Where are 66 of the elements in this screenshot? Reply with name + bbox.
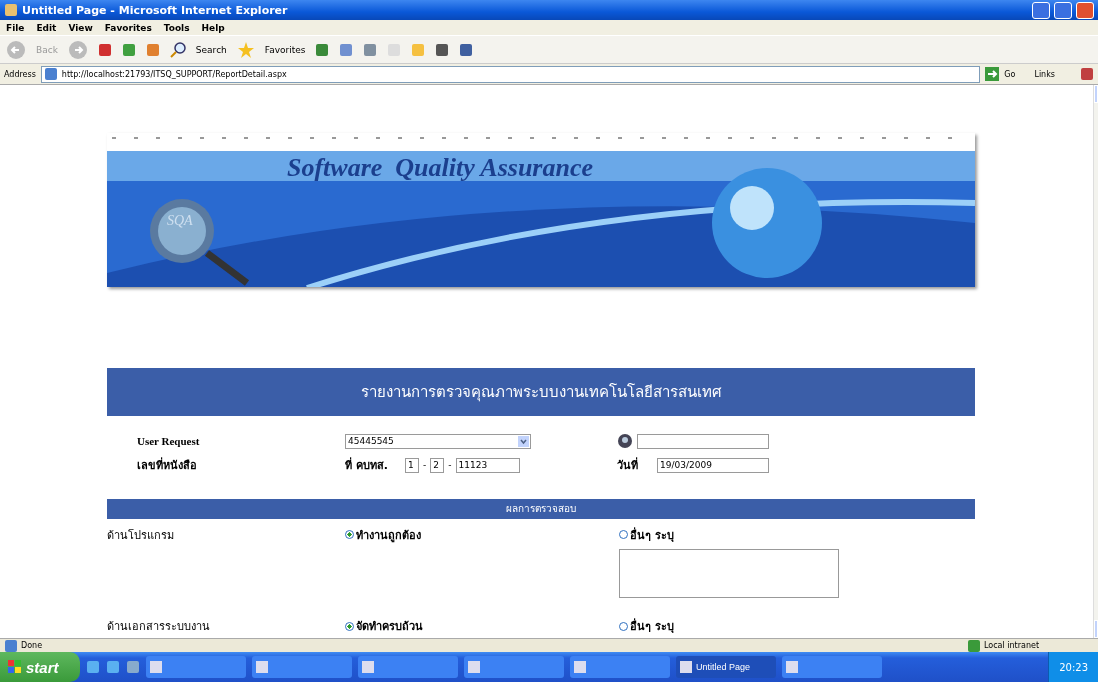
section-title: ผลการตรวจสอบ: [506, 502, 576, 517]
radio-option[interactable]: จัดทำครบถ้วน: [345, 617, 423, 636]
taskbar-button[interactable]: [570, 656, 670, 678]
menu-item[interactable]: Tools: [163, 22, 190, 33]
doc-number-field[interactable]: 2: [430, 457, 445, 473]
dropdown-caret-icon: [518, 435, 529, 447]
go-arrow-icon[interactable]: [985, 67, 1000, 81]
search-field[interactable]: [637, 433, 769, 449]
radio-option[interactable]: ทำงานถูกต้อง: [345, 525, 421, 544]
window-icon: [680, 661, 692, 673]
menu-item[interactable]: File: [6, 22, 25, 33]
radio-option[interactable]: อื่นๆ ระบุ: [619, 525, 674, 544]
taskbar-button[interactable]: [358, 656, 458, 678]
windows-flag-icon: [8, 660, 22, 674]
date-field[interactable]: 19/03/2009: [657, 457, 769, 473]
user-request-dropdown[interactable]: 45445545: [345, 433, 531, 449]
separator: -: [423, 460, 427, 471]
zone-text: Local intranet: [984, 641, 1041, 650]
window-icon: [786, 661, 798, 673]
scroll-down-button[interactable]: [1094, 620, 1098, 638]
links-button[interactable]: Links: [1034, 69, 1055, 79]
menu-item[interactable]: View: [68, 22, 93, 33]
field-label: ด้านโปรแกรม: [107, 527, 175, 544]
window-icon: [468, 661, 480, 673]
window-icon: [256, 661, 268, 673]
radio-icon[interactable]: [619, 530, 628, 540]
taskbar-button[interactable]: [252, 656, 352, 678]
taskbar-button[interactable]: [464, 656, 564, 678]
separator: -: [448, 460, 452, 471]
star-icon: [236, 40, 255, 59]
banner-title: Software Quality Assurance: [287, 153, 594, 183]
prefix-label: ที่ คบทส.: [345, 456, 389, 475]
field-label: วันที่: [617, 456, 639, 475]
doc-number-field[interactable]: 11123: [455, 457, 520, 473]
radio-icon[interactable]: [345, 621, 354, 631]
doc-number-field[interactable]: 1: [405, 457, 419, 473]
menu-item[interactable]: Help: [201, 22, 225, 33]
radio-icon[interactable]: [619, 621, 628, 631]
radio-icon[interactable]: [345, 530, 354, 540]
field-label: เลขที่หนังสือ: [137, 456, 198, 475]
favorites-button[interactable]: Favorites: [264, 44, 306, 55]
window-icon: [574, 661, 586, 673]
minimize-button[interactable]: [1032, 1, 1050, 19]
clock: 20:23: [1059, 661, 1088, 673]
window-icon: [362, 661, 374, 673]
form-title: รายงานการตรวจคุณภาพระบบงานเทคโนโลยีสารสนเทศ: [360, 381, 722, 404]
field-label: User Request: [137, 435, 201, 448]
taskbar-button[interactable]: [146, 656, 246, 678]
taskbar-button[interactable]: Untitled Page: [676, 656, 776, 678]
search-button[interactable]: Search: [195, 44, 227, 55]
address-label: Address: [4, 69, 36, 79]
taskbar-button[interactable]: [782, 656, 882, 678]
field-label: ด้านเอกสารระบบงาน: [107, 619, 211, 636]
note-textarea[interactable]: [619, 548, 839, 599]
banner-label: SQA: [167, 213, 193, 229]
go-button[interactable]: Go: [1004, 69, 1016, 79]
window-icon: [150, 661, 162, 673]
maximize-button[interactable]: [1054, 1, 1072, 19]
menu-item[interactable]: Edit: [36, 22, 57, 33]
window-title: Untitled Page - Microsoft Internet Explorer: [22, 3, 289, 17]
radio-option[interactable]: อื่นๆ ระบุ: [619, 617, 674, 636]
address-field[interactable]: http://localhost:21793/ITSQ_SUPPORT/ReportDetail.aspx: [40, 65, 981, 83]
status-text: Done: [21, 641, 44, 650]
menu-item[interactable]: Favorites: [104, 22, 152, 33]
close-button[interactable]: [1076, 1, 1094, 19]
scroll-up-button[interactable]: [1094, 85, 1098, 103]
